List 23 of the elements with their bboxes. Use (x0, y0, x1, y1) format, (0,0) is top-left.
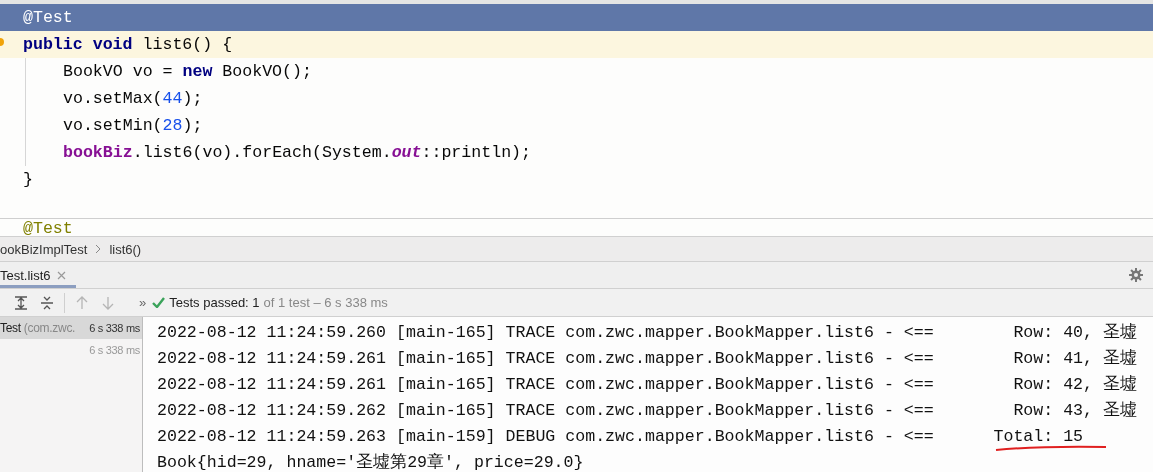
test-duration: 6 s 338 ms (89, 344, 140, 356)
test-duration: 6 s 338 ms (89, 322, 140, 334)
console-line: 2022-08-12 11:24:59.261 [main-165] TRACE com.zwc.mapper.BookMapper.list6 - <== Row: 42, 圣墟 (157, 375, 1137, 394)
console-line: 2022-08-12 11:24:59.260 [main-165] TRACE com.zwc.mapper.BookMapper.list6 - <== Row: 40, 圣墟 (157, 323, 1137, 342)
test-tree-row[interactable]: Test (com.zwc. 6 s 338 ms (0, 317, 142, 339)
tests-passed-label: Tests passed: 1 (169, 295, 260, 310)
code-line: } (22, 169, 34, 191)
test-name: Test (0, 321, 21, 335)
code-line: BookVO vo = new BookVO(); (62, 61, 313, 83)
code-line: vo.setMin(28); (62, 115, 204, 137)
console-line: 2022-08-12 11:24:59.262 [main-165] TRACE com.zwc.mapper.BookMapper.list6 - <== Row: 43, 圣墟 (157, 401, 1137, 420)
breadcrumb[interactable]: list6() (109, 241, 142, 257)
run-tab[interactable]: Test.list6 (0, 262, 76, 288)
code-line: @Test (22, 219, 74, 236)
console-line: 2022-08-12 11:24:59.261 [main-165] TRACE com.zwc.mapper.BookMapper.list6 - <== Row: 41, 圣墟 (157, 349, 1137, 368)
console-line: 2022-08-12 11:24:59.263 [main-159] DEBUG com.zwc.mapper.BookMapper.list6 - <== Total: 15 (157, 427, 1084, 446)
test-package: (com.zwc. (23, 321, 76, 335)
test-summary: of 1 test – 6 s 338 ms (263, 295, 388, 310)
code-line: bookBiz.list6(vo).forEach(System.out::println); (62, 142, 533, 164)
more-button[interactable]: » (135, 295, 151, 310)
breadcrumb[interactable]: ookBizImplTest (0, 241, 88, 257)
console-line: Book{hid=29, hname='圣墟第29章', price=29.0} (157, 453, 584, 472)
code-line: vo.setMax(44); (62, 88, 204, 110)
